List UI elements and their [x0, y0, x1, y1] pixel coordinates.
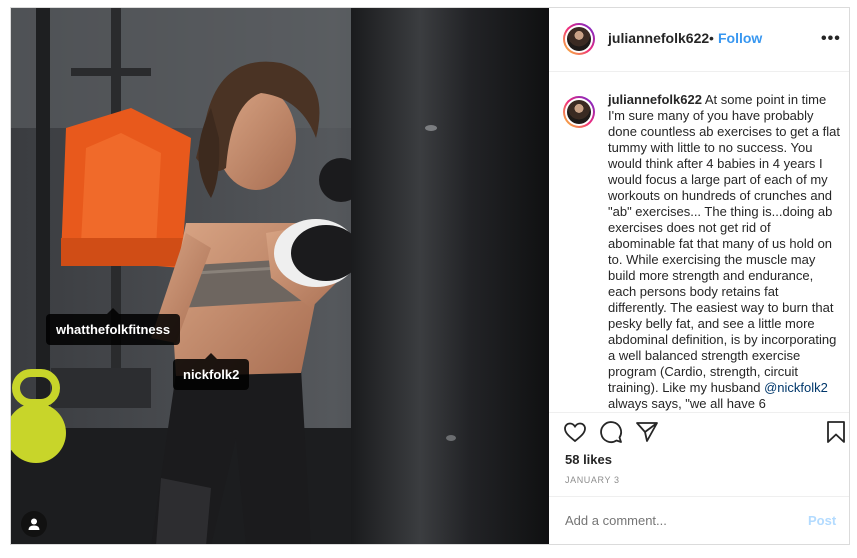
- photo-tag-whatthefolkfitness[interactable]: whatthefolkfitness: [46, 308, 181, 345]
- header-username[interactable]: juliannefolk622: [608, 30, 709, 46]
- caption-body-continued: always says, "we all have 6: [608, 396, 766, 411]
- bookmark-icon[interactable]: [824, 420, 849, 446]
- caption-mention[interactable]: @nickfolk2: [764, 380, 828, 395]
- photo-illustration: [11, 8, 549, 544]
- divider: [549, 412, 849, 413]
- comment-icon[interactable]: [599, 420, 625, 446]
- post-dialog: whatthefolkfitness nickfolk2 juliannefol…: [10, 7, 850, 545]
- post-date: JANUARY 3: [565, 475, 620, 485]
- follow-separator: •: [709, 30, 714, 46]
- comment-input[interactable]: [565, 513, 775, 528]
- follow-button[interactable]: Follow: [718, 30, 762, 46]
- post-comment-button[interactable]: Post: [808, 513, 836, 528]
- caption-scroll-area[interactable]: juliannefolk622 At some point in time I'…: [549, 72, 849, 412]
- photo-tag-nickfolk2[interactable]: nickfolk2: [173, 353, 250, 390]
- post-header: juliannefolk622 • Follow •••: [549, 8, 849, 72]
- caption-username[interactable]: juliannefolk622: [608, 92, 702, 107]
- divider: [549, 496, 849, 497]
- more-icon[interactable]: •••: [821, 30, 841, 48]
- share-icon[interactable]: [635, 420, 661, 446]
- caption: juliannefolk622 At some point in time I'…: [608, 92, 840, 412]
- user-tags-button[interactable]: [21, 511, 47, 537]
- post-photo[interactable]: whatthefolkfitness nickfolk2: [11, 8, 549, 544]
- person-icon: [28, 518, 40, 530]
- caption-avatar[interactable]: [563, 96, 595, 128]
- post-sidebar: juliannefolk622 • Follow ••• juliannefol…: [549, 8, 849, 544]
- heart-icon[interactable]: [563, 420, 589, 446]
- caption-body: At some point in time I'm sure many of y…: [608, 92, 840, 395]
- likes-count[interactable]: 58 likes: [565, 452, 612, 467]
- avatar[interactable]: [563, 23, 595, 55]
